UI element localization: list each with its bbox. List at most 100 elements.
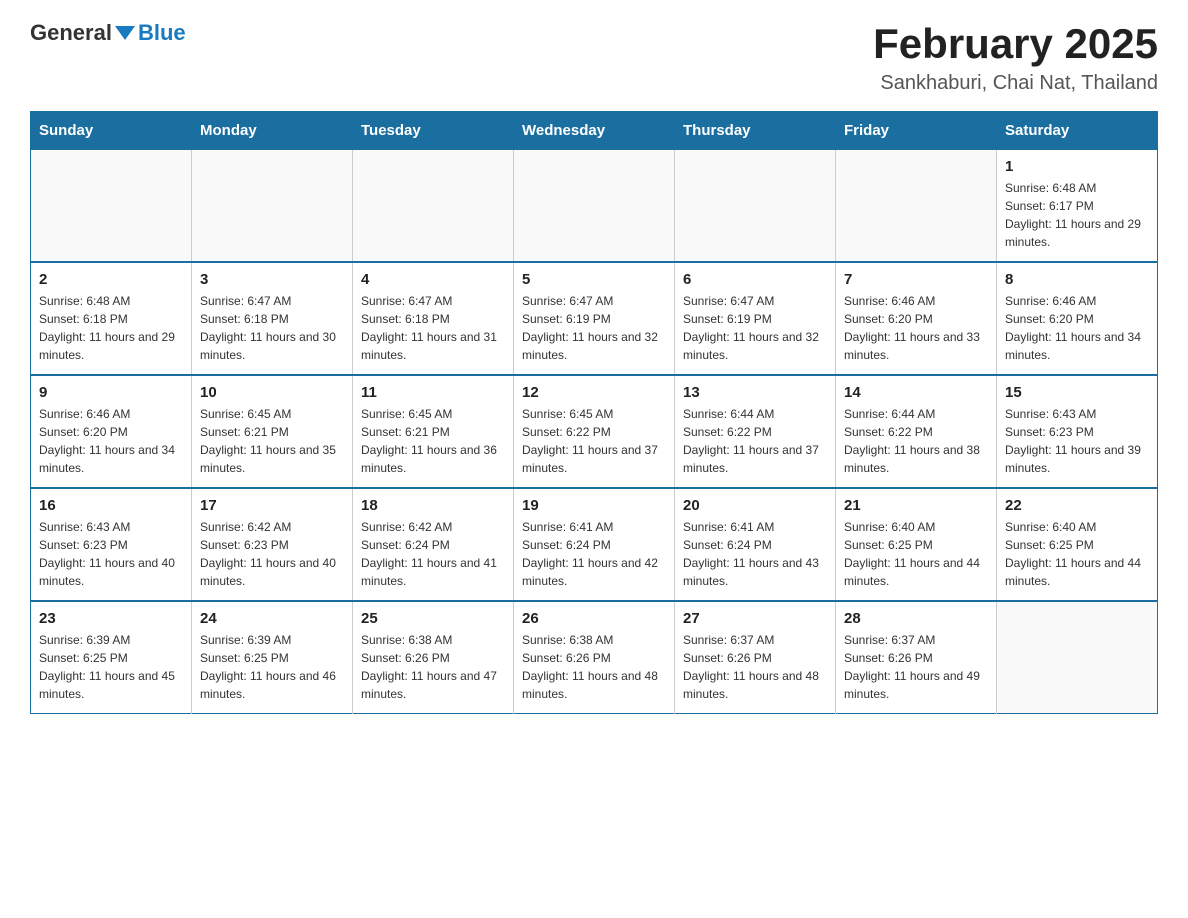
calendar-cell xyxy=(997,601,1158,714)
day-number: 27 xyxy=(683,610,827,627)
day-info: Sunrise: 6:43 AM Sunset: 6:23 PM Dayligh… xyxy=(39,518,183,590)
calendar-cell: 20 Sunrise: 6:41 AM Sunset: 6:24 PM Dayli… xyxy=(675,488,836,601)
calendar-cell: 21 Sunrise: 6:40 AM Sunset: 6:25 PM Dayli… xyxy=(836,488,997,601)
day-number: 21 xyxy=(844,497,988,514)
day-number: 9 xyxy=(39,384,183,401)
calendar-header: SundayMondayTuesdayWednesdayThursdayFrid… xyxy=(31,112,1158,150)
day-number: 3 xyxy=(200,271,344,288)
day-header-tuesday: Tuesday xyxy=(353,112,514,150)
day-number: 19 xyxy=(522,497,666,514)
day-number: 15 xyxy=(1005,384,1149,401)
day-info: Sunrise: 6:41 AM Sunset: 6:24 PM Dayligh… xyxy=(522,518,666,590)
calendar-cell: 12Sunrise: 6:45 AM Sunset: 6:22 PM Dayli… xyxy=(514,375,675,488)
day-info: Sunrise: 6:43 AM Sunset: 6:23 PM Dayligh… xyxy=(1005,405,1149,477)
day-number: 14 xyxy=(844,384,988,401)
day-info: Sunrise: 6:48 AM Sunset: 6:18 PM Dayligh… xyxy=(39,292,183,364)
calendar-cell: 2 Sunrise: 6:48 AM Sunset: 6:18 PM Daylig… xyxy=(31,262,192,375)
day-info: Sunrise: 6:40 AM Sunset: 6:25 PM Dayligh… xyxy=(1005,518,1149,590)
calendar-cell: 1Sunrise: 6:48 AM Sunset: 6:17 PM Daylig… xyxy=(997,150,1158,263)
day-number: 20 xyxy=(683,497,827,514)
day-number: 5 xyxy=(522,271,666,288)
day-info: Sunrise: 6:42 AM Sunset: 6:24 PM Dayligh… xyxy=(361,518,505,590)
calendar-cell: 18 Sunrise: 6:42 AM Sunset: 6:24 PM Dayli… xyxy=(353,488,514,601)
day-info: Sunrise: 6:47 AM Sunset: 6:18 PM Dayligh… xyxy=(361,292,505,364)
calendar-cell: 4 Sunrise: 6:47 AM Sunset: 6:18 PM Daylig… xyxy=(353,262,514,375)
calendar-cell xyxy=(31,150,192,263)
day-info: Sunrise: 6:37 AM Sunset: 6:26 PM Dayligh… xyxy=(683,631,827,703)
logo-triangle-icon xyxy=(115,26,135,40)
day-info: Sunrise: 6:46 AM Sunset: 6:20 PM Dayligh… xyxy=(844,292,988,364)
day-number: 24 xyxy=(200,610,344,627)
day-number: 7 xyxy=(844,271,988,288)
calendar-body: 1Sunrise: 6:48 AM Sunset: 6:17 PM Daylig… xyxy=(31,150,1158,714)
calendar-cell: 26 Sunrise: 6:38 AM Sunset: 6:26 PM Dayli… xyxy=(514,601,675,714)
calendar-cell: 8 Sunrise: 6:46 AM Sunset: 6:20 PM Daylig… xyxy=(997,262,1158,375)
calendar-cell: 13 Sunrise: 6:44 AM Sunset: 6:22 PM Dayli… xyxy=(675,375,836,488)
day-number: 8 xyxy=(1005,271,1149,288)
calendar-cell: 23 Sunrise: 6:39 AM Sunset: 6:25 PM Dayli… xyxy=(31,601,192,714)
day-number: 13 xyxy=(683,384,827,401)
week-row-4: 16 Sunrise: 6:43 AM Sunset: 6:23 PM Dayli… xyxy=(31,488,1158,601)
calendar-cell: 3 Sunrise: 6:47 AM Sunset: 6:18 PM Daylig… xyxy=(192,262,353,375)
day-number: 16 xyxy=(39,497,183,514)
week-row-2: 2 Sunrise: 6:48 AM Sunset: 6:18 PM Daylig… xyxy=(31,262,1158,375)
logo-blue-text: Blue xyxy=(138,20,186,46)
day-number: 17 xyxy=(200,497,344,514)
day-number: 26 xyxy=(522,610,666,627)
day-number: 23 xyxy=(39,610,183,627)
day-info: Sunrise: 6:46 AM Sunset: 6:20 PM Dayligh… xyxy=(39,405,183,477)
day-number: 6 xyxy=(683,271,827,288)
location-subtitle: Sankhaburi, Chai Nat, Thailand xyxy=(873,72,1158,95)
day-number: 1 xyxy=(1005,158,1149,175)
logo: General Blue xyxy=(30,20,186,46)
calendar-cell: 27 Sunrise: 6:37 AM Sunset: 6:26 PM Dayli… xyxy=(675,601,836,714)
calendar-cell: 14 Sunrise: 6:44 AM Sunset: 6:22 PM Dayli… xyxy=(836,375,997,488)
day-info: Sunrise: 6:42 AM Sunset: 6:23 PM Dayligh… xyxy=(200,518,344,590)
title-block: February 2025 Sankhaburi, Chai Nat, Thai… xyxy=(873,20,1158,95)
day-info: Sunrise: 6:46 AM Sunset: 6:20 PM Dayligh… xyxy=(1005,292,1149,364)
day-header-wednesday: Wednesday xyxy=(514,112,675,150)
day-header-monday: Monday xyxy=(192,112,353,150)
day-info: Sunrise: 6:44 AM Sunset: 6:22 PM Dayligh… xyxy=(844,405,988,477)
day-info: Sunrise: 6:44 AM Sunset: 6:22 PM Dayligh… xyxy=(683,405,827,477)
calendar-cell: 28 Sunrise: 6:37 AM Sunset: 6:26 PM Dayli… xyxy=(836,601,997,714)
main-title: February 2025 xyxy=(873,20,1158,68)
week-row-1: 1Sunrise: 6:48 AM Sunset: 6:17 PM Daylig… xyxy=(31,150,1158,263)
day-info: Sunrise: 6:39 AM Sunset: 6:25 PM Dayligh… xyxy=(39,631,183,703)
day-header-sunday: Sunday xyxy=(31,112,192,150)
calendar-cell: 15 Sunrise: 6:43 AM Sunset: 6:23 PM Dayli… xyxy=(997,375,1158,488)
day-number: 2 xyxy=(39,271,183,288)
calendar-cell xyxy=(514,150,675,263)
day-info: Sunrise: 6:40 AM Sunset: 6:25 PM Dayligh… xyxy=(844,518,988,590)
calendar-cell: 7 Sunrise: 6:46 AM Sunset: 6:20 PM Daylig… xyxy=(836,262,997,375)
calendar-cell: 17 Sunrise: 6:42 AM Sunset: 6:23 PM Dayli… xyxy=(192,488,353,601)
day-number: 28 xyxy=(844,610,988,627)
day-info: Sunrise: 6:38 AM Sunset: 6:26 PM Dayligh… xyxy=(522,631,666,703)
day-info: Sunrise: 6:47 AM Sunset: 6:18 PM Dayligh… xyxy=(200,292,344,364)
logo-general-text: General xyxy=(30,20,112,46)
calendar-cell: 19 Sunrise: 6:41 AM Sunset: 6:24 PM Dayli… xyxy=(514,488,675,601)
week-row-5: 23 Sunrise: 6:39 AM Sunset: 6:25 PM Dayli… xyxy=(31,601,1158,714)
week-row-3: 9 Sunrise: 6:46 AM Sunset: 6:20 PM Daylig… xyxy=(31,375,1158,488)
day-number: 11 xyxy=(361,384,505,401)
day-number: 4 xyxy=(361,271,505,288)
day-number: 25 xyxy=(361,610,505,627)
calendar-cell xyxy=(675,150,836,263)
calendar-cell: 5 Sunrise: 6:47 AM Sunset: 6:19 PM Daylig… xyxy=(514,262,675,375)
day-info: Sunrise: 6:37 AM Sunset: 6:26 PM Dayligh… xyxy=(844,631,988,703)
calendar-cell: 25Sunrise: 6:38 AM Sunset: 6:26 PM Dayli… xyxy=(353,601,514,714)
day-header-friday: Friday xyxy=(836,112,997,150)
day-info: Sunrise: 6:45 AM Sunset: 6:21 PM Dayligh… xyxy=(200,405,344,477)
day-info: Sunrise: 6:39 AM Sunset: 6:25 PM Dayligh… xyxy=(200,631,344,703)
calendar-cell xyxy=(353,150,514,263)
calendar-cell: 9 Sunrise: 6:46 AM Sunset: 6:20 PM Daylig… xyxy=(31,375,192,488)
calendar-table: SundayMondayTuesdayWednesdayThursdayFrid… xyxy=(30,111,1158,714)
day-number: 18 xyxy=(361,497,505,514)
calendar-cell: 6Sunrise: 6:47 AM Sunset: 6:19 PM Daylig… xyxy=(675,262,836,375)
calendar-cell: 16 Sunrise: 6:43 AM Sunset: 6:23 PM Dayli… xyxy=(31,488,192,601)
day-info: Sunrise: 6:45 AM Sunset: 6:21 PM Dayligh… xyxy=(361,405,505,477)
calendar-cell: 22Sunrise: 6:40 AM Sunset: 6:25 PM Dayli… xyxy=(997,488,1158,601)
day-info: Sunrise: 6:41 AM Sunset: 6:24 PM Dayligh… xyxy=(683,518,827,590)
day-info: Sunrise: 6:47 AM Sunset: 6:19 PM Dayligh… xyxy=(522,292,666,364)
day-number: 12 xyxy=(522,384,666,401)
